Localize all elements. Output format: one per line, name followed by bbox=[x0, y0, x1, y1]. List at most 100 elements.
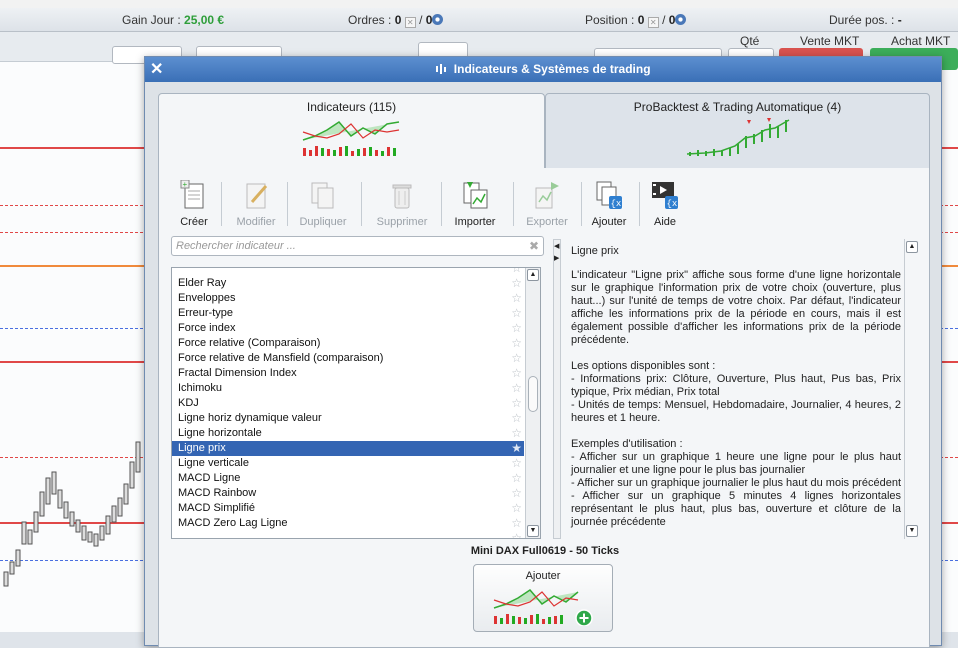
indicators-dialog: ✕ Indicateurs & Systèmes de trading Indi… bbox=[144, 56, 942, 648]
favorite-star-icon[interactable]: ☆ bbox=[511, 381, 522, 396]
search-input[interactable]: Rechercher indicateur ... ✖ bbox=[171, 236, 544, 256]
list-item-label: Ligne horiz dynamique valeur bbox=[178, 412, 322, 424]
svg-text:{x}: {x} bbox=[611, 199, 624, 209]
list-item-label: Ichimoku bbox=[178, 382, 223, 394]
add-label: Ajouter bbox=[591, 216, 627, 228]
list-item[interactable]: Ligne horiz dynamique valeur ☆ bbox=[172, 411, 524, 426]
dialog-title-bar[interactable]: ✕ Indicateurs & Systèmes de trading bbox=[145, 57, 941, 82]
list-item[interactable]: Erreur-type ☆ bbox=[172, 306, 524, 321]
add-button[interactable]: {x} Ajouter bbox=[589, 180, 629, 230]
description-scrollbar[interactable]: ▲ ▼ bbox=[904, 239, 920, 539]
indicators-panel: + Créer Modifier Dupliquer Supprimer Imp… bbox=[158, 168, 930, 648]
list-item[interactable]: MACD Simplifié ☆ bbox=[172, 501, 524, 516]
list-item[interactable]: Ichimoku ☆ bbox=[172, 381, 524, 396]
scroll-up-icon[interactable]: ▲ bbox=[527, 269, 539, 281]
list-item-partial: ☆ bbox=[511, 267, 522, 275]
position-status: Position : 0 ✕ / 0 bbox=[585, 13, 687, 28]
expand-arrow-icon[interactable]: ▶ bbox=[554, 254, 559, 262]
list-item[interactable]: MACD Zero Lag Ligne ☆ bbox=[172, 516, 524, 531]
panel-splitter[interactable]: ◀ ▶ bbox=[553, 239, 561, 539]
list-item[interactable]: KDJ ☆ bbox=[172, 396, 524, 411]
trash-icon bbox=[392, 184, 412, 209]
gain-jour: Gain Jour : 25,00 € bbox=[122, 13, 225, 27]
list-item[interactable]: MACD Rainbow ☆ bbox=[172, 486, 524, 501]
list-item[interactable]: MACD Ligne ☆ bbox=[172, 471, 524, 486]
modify-button[interactable]: Modifier bbox=[233, 180, 279, 230]
cancel-orders-icon[interactable]: ✕ bbox=[404, 17, 416, 28]
duplicate-label: Dupliquer bbox=[299, 216, 347, 228]
scroll-thumb[interactable] bbox=[528, 376, 538, 412]
create-button[interactable]: + Créer bbox=[177, 179, 211, 230]
scroll-down-icon[interactable]: ▼ bbox=[906, 525, 918, 537]
toolbar-separator bbox=[441, 182, 442, 226]
list-item-label: Fractal Dimension Index bbox=[178, 367, 297, 379]
close-position-icon[interactable]: ✕ bbox=[647, 17, 659, 28]
list-item-label: KDJ bbox=[178, 397, 199, 409]
add-to-chart-button[interactable]: Ajouter bbox=[473, 564, 613, 632]
list-item-label: MACD Simplifié bbox=[178, 502, 256, 514]
favorite-star-icon[interactable]: ☆ bbox=[511, 276, 522, 291]
duplicate-button[interactable]: Dupliquer bbox=[295, 180, 351, 230]
description-text: L'indicateur "Ligne prix" affiche sous f… bbox=[571, 269, 901, 528]
list-item[interactable]: Force relative de Mansfield (comparaison… bbox=[172, 351, 524, 366]
list-item-label: MACD Rainbow bbox=[178, 487, 257, 499]
list-item-label: Ligne verticale bbox=[178, 457, 249, 469]
favorite-star-icon[interactable]: ☆ bbox=[511, 456, 522, 471]
list-item[interactable]: Force relative (Comparaison) ☆ bbox=[172, 336, 524, 351]
favorite-star-icon[interactable]: ☆ bbox=[511, 411, 522, 426]
duplicate-icon bbox=[311, 182, 334, 209]
clear-search-icon[interactable]: ✖ bbox=[529, 239, 539, 253]
favorite-star-icon[interactable]: ☆ bbox=[511, 321, 522, 336]
tab-probacktest-label: ProBacktest & Trading Automatique (4) bbox=[633, 100, 842, 114]
svg-text:{x}: {x} bbox=[667, 199, 680, 209]
list-item[interactable]: Fractal Dimension Index ☆ bbox=[172, 366, 524, 381]
favorite-star-icon[interactable]: ☆ bbox=[511, 306, 522, 321]
list-item-label: Force index bbox=[178, 322, 236, 334]
sell-header: Vente MKT bbox=[800, 34, 860, 48]
list-item[interactable]: Ligne verticale ☆ bbox=[172, 456, 524, 471]
favorite-star-icon[interactable]: ☆ bbox=[511, 516, 522, 531]
list-item[interactable]: Force index ☆ bbox=[172, 321, 524, 336]
list-item-selected[interactable]: Ligne prix ★ bbox=[172, 441, 524, 456]
favorite-star-icon[interactable]: ☆ bbox=[511, 471, 522, 486]
favorite-star-icon[interactable]: ☆ bbox=[511, 486, 522, 501]
indicators-chart-icon bbox=[298, 118, 405, 158]
position-settings-icon[interactable] bbox=[675, 14, 687, 25]
favorite-star-icon[interactable]: ★ bbox=[511, 441, 522, 456]
import-button[interactable]: Importer bbox=[449, 180, 501, 230]
list-item-label: Ligne horizontale bbox=[178, 427, 262, 439]
list-item[interactable]: Enveloppes ☆ bbox=[172, 291, 524, 306]
favorite-star-icon[interactable]: ☆ bbox=[511, 396, 522, 411]
list-item[interactable]: Elder Ray ☆ bbox=[172, 276, 524, 291]
favorite-star-icon[interactable]: ☆ bbox=[511, 291, 522, 306]
close-icon[interactable]: ✕ bbox=[150, 57, 163, 82]
favorite-star-icon[interactable]: ☆ bbox=[511, 501, 522, 516]
buy-header: Achat MKT bbox=[891, 34, 951, 48]
favorite-star-icon[interactable]: ☆ bbox=[511, 336, 522, 351]
export-button[interactable]: Exporter bbox=[521, 180, 573, 230]
scroll-down-icon[interactable]: ▼ bbox=[527, 525, 539, 537]
favorite-star-icon[interactable]: ☆ bbox=[511, 426, 522, 441]
list-scrollbar[interactable]: ▲ ▼ bbox=[525, 268, 540, 538]
orders-settings-icon[interactable] bbox=[432, 14, 444, 25]
list-item-partial: ☆ bbox=[511, 531, 522, 539]
import-label: Importer bbox=[454, 216, 496, 228]
tab-probacktest[interactable]: ProBacktest & Trading Automatique (4) bbox=[545, 93, 930, 169]
favorite-star-icon[interactable]: ☆ bbox=[511, 351, 522, 366]
help-video-icon: {x} bbox=[652, 182, 683, 209]
favorite-star-icon[interactable]: ☆ bbox=[511, 366, 522, 381]
export-label: Exporter bbox=[526, 216, 568, 228]
tab-indicators[interactable]: Indicateurs (115) bbox=[158, 93, 545, 169]
add-to-chart-label: Ajouter bbox=[525, 570, 561, 582]
help-button[interactable]: {x} Aide bbox=[647, 180, 683, 230]
scroll-up-icon[interactable]: ▲ bbox=[906, 241, 918, 253]
top-strip bbox=[0, 0, 958, 8]
indicator-list[interactable]: ☆ Elder Ray ☆ Enveloppes ☆ Erreur-type ☆ Force… bbox=[171, 267, 541, 539]
list-item-label: Erreur-type bbox=[178, 307, 234, 319]
dialog-title: Indicateurs & Systèmes de trading bbox=[453, 62, 651, 76]
collapse-arrow-icon[interactable]: ◀ bbox=[554, 242, 559, 250]
list-item[interactable]: Ligne horizontale ☆ bbox=[172, 426, 524, 441]
list-item-label: Ligne prix bbox=[178, 442, 226, 454]
delete-button[interactable]: Supprimer bbox=[371, 180, 433, 230]
add-indicator-chart-icon bbox=[493, 589, 593, 627]
